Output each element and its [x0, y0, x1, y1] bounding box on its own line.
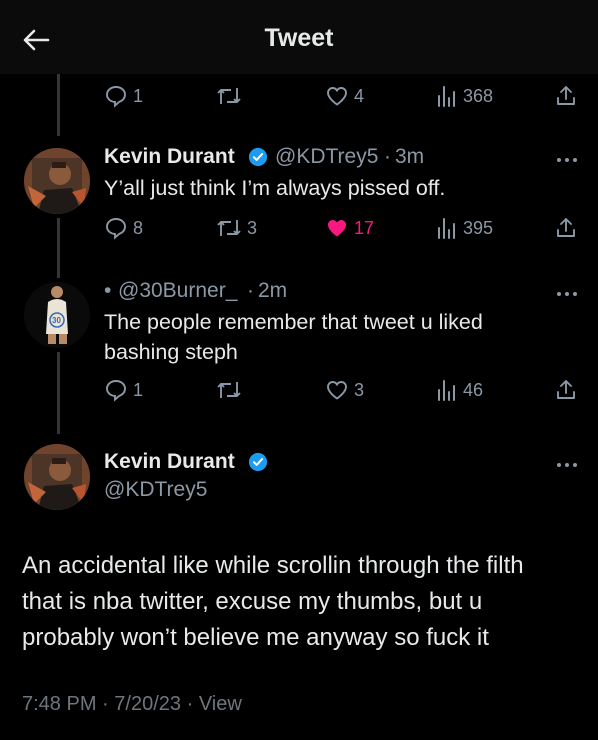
- reply-count: 1: [133, 379, 144, 400]
- tweet-time[interactable]: 3m: [395, 145, 424, 169]
- retweet-button[interactable]: [216, 375, 242, 405]
- thread-line: [57, 74, 60, 136]
- thread-line: [57, 352, 60, 434]
- separator-dot: ·: [384, 145, 391, 168]
- author-name[interactable]: Kevin Durant: [104, 145, 235, 169]
- share-button[interactable]: [554, 213, 578, 243]
- verified-badge-icon: [248, 452, 268, 472]
- separator-dot: ·: [247, 279, 254, 302]
- retweet-button[interactable]: [216, 81, 242, 111]
- reply-count: 1: [133, 85, 144, 106]
- share-icon: [557, 380, 575, 399]
- svg-text:30: 30: [52, 316, 61, 325]
- share-button[interactable]: [554, 375, 578, 405]
- tweet-text-line: bashing steph: [104, 340, 238, 364]
- heart-icon: [327, 381, 347, 400]
- views-button[interactable]: 395: [436, 213, 493, 243]
- retweet-button[interactable]: 3: [216, 213, 257, 243]
- separator-dot: ·: [186, 693, 194, 715]
- reply-button[interactable]: 1: [104, 375, 143, 405]
- more-icon[interactable]: [555, 152, 579, 162]
- retweet-icon: [217, 88, 241, 104]
- author-handle[interactable]: @KDTrey5: [104, 478, 207, 502]
- main-tweet-text: An accidental like while scrollin throug…: [22, 548, 582, 656]
- tweet-time[interactable]: 2m: [258, 279, 287, 303]
- reply-icon: [106, 86, 126, 108]
- like-button[interactable]: 3: [325, 375, 364, 405]
- reply-icon: [106, 218, 126, 240]
- tweet-text: Y’all just think I’m always pissed off.: [104, 176, 446, 200]
- views-icon: [438, 86, 455, 107]
- share-icon: [557, 86, 575, 105]
- author-handle[interactable]: @KDTrey5: [275, 145, 378, 169]
- tweet-timestamp: 7:48 PM · 7/20/23 · View: [22, 693, 242, 716]
- views-count: 368: [463, 85, 494, 106]
- top-bar: Tweet: [0, 0, 598, 74]
- main-tweet-line: An accidental like while scrollin throug…: [22, 552, 524, 579]
- views-icon: [438, 380, 455, 401]
- share-icon: [557, 218, 575, 237]
- more-icon[interactable]: [555, 457, 579, 467]
- main-tweet-line: probably won’t believe me anyway so fuck…: [22, 624, 489, 651]
- thread-line: [57, 218, 60, 278]
- retweet-icon: [217, 382, 241, 398]
- reply-button[interactable]: 1: [104, 81, 143, 111]
- views-icon: [438, 218, 455, 239]
- separator-dot: ·: [102, 693, 109, 715]
- name-dot: •: [104, 279, 112, 302]
- reply-icon: [106, 380, 126, 402]
- tweet-text-line: The people remember that tweet u liked: [104, 310, 483, 334]
- views-button[interactable]: 46: [436, 375, 483, 405]
- reply-count: 8: [133, 217, 144, 238]
- retweet-icon: [217, 220, 241, 236]
- share-button[interactable]: [554, 81, 578, 111]
- avatar[interactable]: [24, 444, 90, 510]
- retweet-count: 3: [247, 217, 258, 238]
- tweet-date: 7/20/23: [114, 693, 182, 715]
- author-name[interactable]: Kevin Durant: [104, 450, 235, 474]
- views-count: 395: [463, 217, 494, 238]
- author-handle[interactable]: @30Burner_: [118, 279, 237, 303]
- like-button[interactable]: 17: [325, 213, 374, 243]
- tweet-time: 7:48 PM: [22, 693, 97, 715]
- like-button[interactable]: 4: [325, 81, 364, 111]
- heart-icon: [328, 220, 346, 237]
- avatar[interactable]: [24, 148, 90, 214]
- main-tweet-line: that is nba twitter, excuse my thumbs, b…: [22, 588, 483, 615]
- views-button[interactable]: 368: [436, 81, 493, 111]
- avatar[interactable]: 30: [24, 282, 90, 348]
- verified-badge-icon: [248, 147, 268, 167]
- heart-icon: [327, 87, 347, 106]
- reply-button[interactable]: 8: [104, 213, 143, 243]
- view-analytics-link[interactable]: View: [199, 693, 242, 715]
- like-count: 3: [354, 379, 365, 400]
- like-count: 17: [354, 217, 375, 238]
- more-icon[interactable]: [555, 286, 579, 296]
- page-title: Tweet: [264, 24, 334, 52]
- views-count: 46: [463, 379, 484, 400]
- like-count: 4: [354, 85, 365, 106]
